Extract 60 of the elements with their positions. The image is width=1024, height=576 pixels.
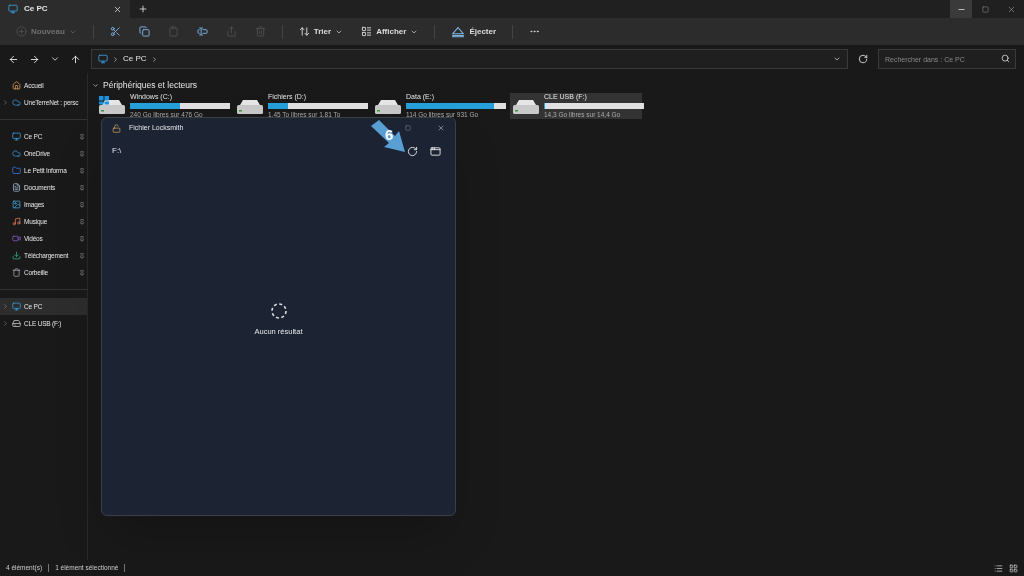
- monitor-icon: [98, 54, 108, 64]
- monitor-icon: [8, 4, 18, 14]
- search-icon: [1001, 54, 1010, 63]
- tab[interactable]: Ce PC: [0, 0, 130, 18]
- forward-icon[interactable]: [29, 53, 40, 65]
- up-icon[interactable]: [70, 53, 81, 65]
- refresh-icon[interactable]: [407, 145, 418, 157]
- new-icon: [16, 26, 27, 37]
- details-view-icon[interactable]: [994, 563, 1003, 573]
- document-icon: [12, 183, 21, 192]
- expand-icon[interactable]: [2, 303, 9, 310]
- breadcrumb[interactable]: Ce PC: [123, 53, 147, 65]
- windows-drive-icon: [98, 96, 126, 116]
- video-icon: [12, 234, 21, 243]
- sort-icon: [298, 26, 310, 37]
- back-icon[interactable]: [8, 53, 19, 65]
- close-icon[interactable]: [437, 124, 445, 132]
- chevron-icon: [150, 55, 158, 63]
- address-bar[interactable]: Ce PC: [91, 49, 848, 69]
- monitor-icon: [12, 302, 21, 311]
- trash-icon: [254, 26, 266, 37]
- folder-icon: [12, 166, 21, 175]
- download-icon: [12, 251, 21, 260]
- close-icon[interactable]: [1006, 4, 1016, 14]
- collapse-icon: [92, 81, 99, 89]
- toolbar-button[interactable]: Afficher: [353, 21, 427, 42]
- maximize-icon[interactable]: [981, 5, 989, 13]
- path-text: F:\: [112, 145, 123, 157]
- refresh-icon[interactable]: [858, 54, 868, 64]
- eject-icon: [451, 24, 466, 39]
- rename-icon: [196, 26, 208, 37]
- maximize-icon[interactable]: [405, 125, 411, 131]
- loading-icon: [269, 301, 288, 320]
- expand-icon[interactable]: [2, 320, 9, 327]
- new-tab-icon[interactable]: [138, 4, 148, 14]
- dropdown-icon[interactable]: [833, 55, 841, 63]
- annotation-number: 6: [385, 125, 394, 145]
- trash-icon: [12, 268, 21, 277]
- share-icon: [225, 26, 237, 37]
- drive-icon: [12, 319, 21, 328]
- image-icon: [12, 200, 21, 209]
- cloud-icon: [12, 149, 21, 158]
- close-tab-icon[interactable]: [113, 4, 122, 14]
- chevron-icon: [112, 55, 119, 63]
- toolbar-button[interactable]: Trier: [290, 21, 352, 42]
- scissors-icon: [109, 26, 121, 37]
- tiles-view-icon[interactable]: [1009, 563, 1018, 573]
- list-icon: [361, 26, 373, 37]
- monitor-icon: [12, 132, 21, 141]
- toolbar-button[interactable]: Éjecter: [443, 21, 505, 42]
- section-header[interactable]: Périphériques et lecteurs: [92, 79, 1024, 91]
- clipboard-icon: [167, 26, 179, 37]
- home-icon: [12, 81, 21, 90]
- window-icon[interactable]: [430, 145, 441, 157]
- copy-icon: [138, 26, 150, 37]
- music-icon: [12, 217, 21, 226]
- recent-icon[interactable]: [50, 54, 60, 64]
- unlocked-icon: [112, 123, 121, 133]
- expand-icon[interactable]: [2, 99, 9, 106]
- cloud-icon: [12, 98, 21, 107]
